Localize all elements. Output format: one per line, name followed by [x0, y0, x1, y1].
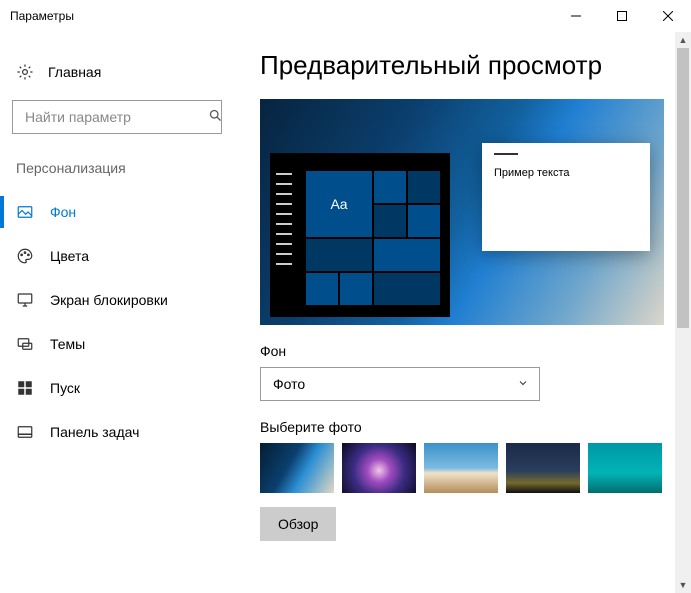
background-dropdown-value: Фото — [273, 376, 305, 392]
image-icon — [16, 203, 34, 221]
home-label: Главная — [48, 64, 101, 80]
search-input[interactable] — [23, 108, 208, 126]
desktop-preview: Aa Пример текста — [260, 99, 664, 325]
taskbar-icon — [16, 423, 34, 441]
sidebar-item-label: Экран блокировки — [50, 292, 168, 308]
scrollbar-thumb[interactable] — [677, 48, 689, 328]
sidebar-item-taskbar[interactable]: Панель задач — [0, 410, 240, 454]
scroll-down-arrow[interactable]: ▼ — [675, 577, 691, 593]
sidebar-item-background[interactable]: Фон — [0, 190, 240, 234]
section-header: Персонализация — [0, 152, 240, 190]
preview-sample-text: Пример текста — [494, 167, 570, 179]
photo-thumb-4[interactable] — [506, 443, 580, 493]
vertical-scrollbar[interactable]: ▲ ▼ — [675, 32, 691, 593]
sidebar-item-label: Панель задач — [50, 424, 139, 440]
chevron-down-icon — [517, 376, 529, 392]
window-title: Параметры — [10, 9, 74, 23]
preview-sample-window: Пример текста — [482, 143, 650, 251]
background-dropdown[interactable]: Фото — [260, 367, 540, 401]
search-input-wrap[interactable] — [12, 100, 222, 134]
sidebar-item-label: Фон — [50, 204, 76, 220]
preview-start-menu: Aa — [270, 153, 450, 317]
background-label: Фон — [260, 343, 665, 359]
palette-icon — [16, 247, 34, 265]
search-icon — [208, 108, 223, 126]
page-title: Предварительный просмотр — [260, 50, 665, 81]
home-nav-item[interactable]: Главная — [0, 50, 240, 94]
minimize-button[interactable] — [553, 0, 599, 32]
preview-tile-aa: Aa — [306, 171, 372, 237]
start-icon — [16, 379, 34, 397]
photo-thumb-1[interactable] — [260, 443, 334, 493]
photo-thumb-2[interactable] — [342, 443, 416, 493]
close-button[interactable] — [645, 0, 691, 32]
monitor-icon — [16, 291, 34, 309]
gear-icon — [16, 63, 34, 81]
scroll-up-arrow[interactable]: ▲ — [675, 32, 691, 48]
sidebar-item-label: Пуск — [50, 380, 80, 396]
sidebar-item-themes[interactable]: Темы — [0, 322, 240, 366]
sidebar-item-start[interactable]: Пуск — [0, 366, 240, 410]
sidebar: Главная Персонализация Фон Цвета — [0, 32, 240, 593]
photo-thumbnails — [260, 443, 665, 493]
themes-icon — [16, 335, 34, 353]
sidebar-item-label: Цвета — [50, 248, 89, 264]
sidebar-item-colors[interactable]: Цвета — [0, 234, 240, 278]
main-content: Предварительный просмотр Aa Приме — [240, 32, 691, 593]
sidebar-item-lockscreen[interactable]: Экран блокировки — [0, 278, 240, 322]
browse-button[interactable]: Обзор — [260, 507, 336, 541]
photo-thumb-3[interactable] — [424, 443, 498, 493]
choose-photo-label: Выберите фото — [260, 419, 665, 435]
photo-thumb-5[interactable] — [588, 443, 662, 493]
maximize-button[interactable] — [599, 0, 645, 32]
browse-button-label: Обзор — [278, 516, 318, 532]
sidebar-item-label: Темы — [50, 336, 85, 352]
titlebar: Параметры — [0, 0, 691, 32]
